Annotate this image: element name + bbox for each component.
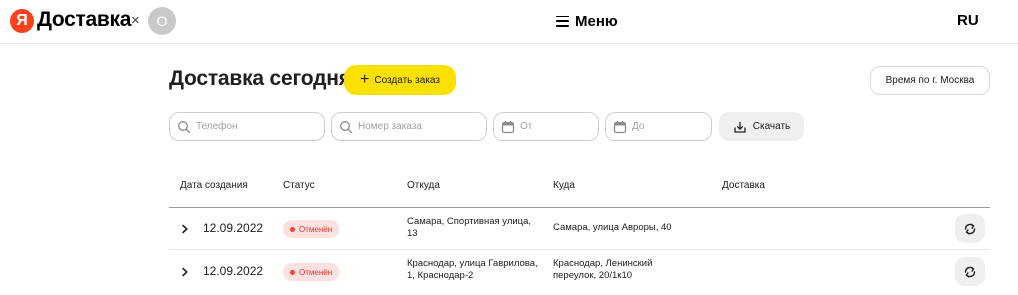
repeat-order-button[interactable]	[955, 257, 985, 286]
page-title: Доставка сегодня	[169, 67, 351, 90]
table-row[interactable]: 12.09.2022 Отменён Самара, Спортивная ул…	[169, 208, 990, 250]
calendar-icon	[501, 120, 515, 133]
cell-created-date: 12.09.2022	[203, 264, 264, 278]
status-label: Отменён	[299, 224, 333, 234]
search-icon	[340, 120, 353, 133]
top-header: Я Доставка × О Меню RU	[0, 0, 1018, 44]
partner-avatar[interactable]: О	[148, 7, 176, 35]
hamburger-icon	[556, 15, 569, 27]
column-created-date[interactable]: Дата создания	[180, 180, 248, 191]
menu-button[interactable]: Меню	[556, 11, 618, 31]
table-row[interactable]: 12.09.2022 Отменён Краснодар, улица Гавр…	[169, 251, 990, 295]
create-order-label: Создать заказ	[374, 74, 440, 86]
timezone-button[interactable]: Время по г. Москва	[870, 66, 990, 95]
status-dot	[290, 269, 295, 275]
date-from-input[interactable]	[520, 121, 598, 132]
status-label: Отменён	[299, 267, 333, 277]
status-badge: Отменён	[283, 263, 340, 281]
plus-icon: +	[360, 70, 370, 88]
order-number-input[interactable]	[358, 121, 486, 132]
cell-created-date: 12.09.2022	[203, 221, 264, 235]
download-button[interactable]: Скачать	[719, 112, 804, 141]
column-to[interactable]: Куда	[553, 180, 575, 191]
cell-to-address: Краснодар, Ленинский переулок, 20/1к10	[553, 258, 653, 281]
repeat-icon	[964, 223, 976, 234]
calendar-icon	[613, 120, 627, 133]
chevron-right-icon[interactable]	[180, 267, 190, 277]
yandex-logo[interactable]: Я	[10, 9, 34, 33]
date-to-filter[interactable]	[605, 112, 712, 141]
menu-label: Меню	[575, 12, 618, 30]
column-from[interactable]: Откуда	[407, 180, 440, 191]
column-status[interactable]: Статус	[283, 180, 315, 191]
repeat-icon	[964, 266, 976, 277]
phone-input[interactable]	[196, 121, 324, 132]
create-order-button[interactable]: + Создать заказ	[344, 65, 456, 95]
order-number-filter[interactable]	[331, 112, 487, 141]
status-dot	[290, 226, 295, 232]
cell-from-address: Самара, Спортивная улица, 13	[407, 216, 532, 239]
cell-from-address: Краснодар, улица Гаврилова, 1, Краснодар…	[407, 258, 538, 281]
chevron-right-icon[interactable]	[180, 224, 190, 234]
search-icon	[178, 120, 191, 133]
language-switcher[interactable]: RU	[957, 12, 979, 29]
date-from-filter[interactable]	[493, 112, 599, 141]
partner-separator: ×	[131, 12, 140, 29]
repeat-order-button[interactable]	[955, 214, 985, 243]
download-icon	[734, 121, 746, 133]
timezone-label: Время по г. Москва	[885, 75, 975, 86]
date-to-input[interactable]	[632, 121, 711, 132]
brand-title[interactable]: Доставка	[37, 8, 131, 32]
column-delivery[interactable]: Доставка	[722, 180, 765, 191]
phone-filter[interactable]	[169, 112, 325, 141]
status-badge: Отменён	[283, 220, 340, 238]
download-label: Скачать	[752, 121, 791, 132]
cell-to-address: Самара, улица Авроры, 40	[553, 222, 672, 233]
